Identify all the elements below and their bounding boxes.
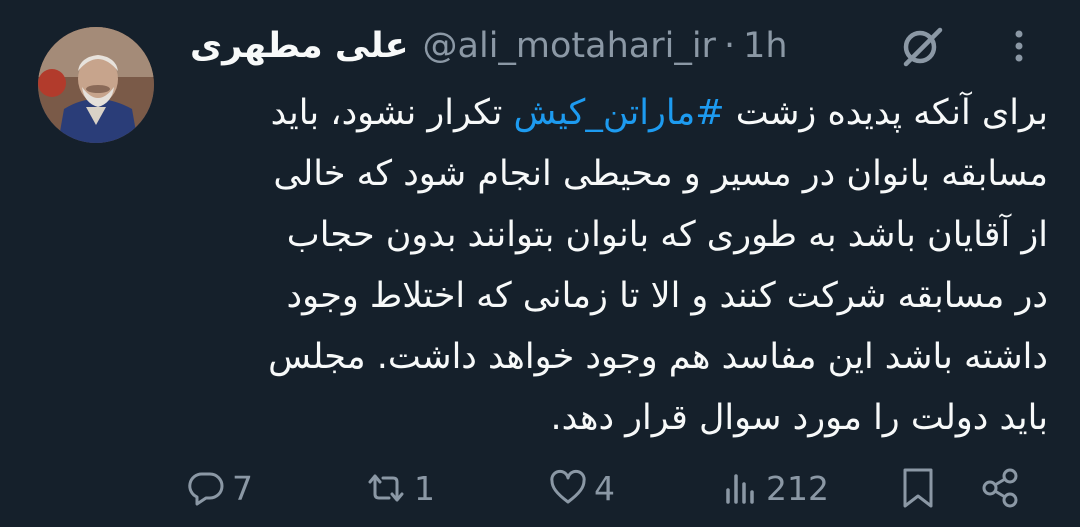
user-handle[interactable]: @ali_motahari_ir [423,26,716,66]
retweet-count: 1 [414,468,435,508]
avatar-image [38,27,154,143]
tweet-text-line: مسابقه بانوان در مسیر و محیطی انجام شود … [273,154,1048,194]
like-count: 4 [594,468,615,508]
tweet-text-line: باید دولت را مورد سوال قرار دهد. [550,398,1048,438]
tweet-text-segment: برای آنکه پدیده زشت [724,93,1048,133]
reply-count: 7 [232,468,253,508]
display-name[interactable]: علی مطهری [190,26,409,66]
views-icon [720,468,760,508]
separator-dot: · [723,26,736,66]
hashtag-link[interactable]: #ماراتن_کیش [514,93,725,133]
like-button[interactable]: 4 [548,460,615,516]
timestamp[interactable]: 1h [743,26,787,66]
tweet: علی مطهری @ali_motahari_ir · 1h برای آنک… [0,0,1080,527]
reply-icon [186,468,226,508]
grok-icon[interactable] [898,22,946,70]
views-count: 212 [766,468,829,508]
heart-icon [548,468,588,508]
retweet-button[interactable]: 1 [364,460,435,516]
tweet-text-line: برای آنکه پدیده زشت #ماراتن_کیش تکرار نش… [186,83,1048,144]
bookmark-icon [898,466,938,510]
tweet-text-line: داشته باشد این مفاسد هم وجود خواهد داشت.… [268,337,1048,377]
tweet-header: علی مطهری @ali_motahari_ir · 1h [190,22,788,70]
share-icon [978,466,1022,510]
reply-button[interactable]: 7 [186,460,253,516]
views-button[interactable]: 212 [720,460,829,516]
share-button[interactable] [978,460,1022,516]
tweet-text-segment: تکرار نشود، باید [270,93,514,133]
retweet-icon [364,468,408,508]
avatar[interactable] [38,27,154,143]
tweet-actions: 7 1 4 212 [186,460,1036,516]
tweet-text-line: از آقایان باشد به طوری که بانوان بتوانند… [286,215,1048,255]
bookmark-button[interactable] [898,460,938,516]
tweet-text: برای آنکه پدیده زشت #ماراتن_کیش تکرار نش… [186,83,1048,449]
more-icon[interactable] [1004,22,1034,70]
tweet-text-line: در مسابقه شرکت کنند و الا تا زمانی که اخ… [286,276,1048,316]
